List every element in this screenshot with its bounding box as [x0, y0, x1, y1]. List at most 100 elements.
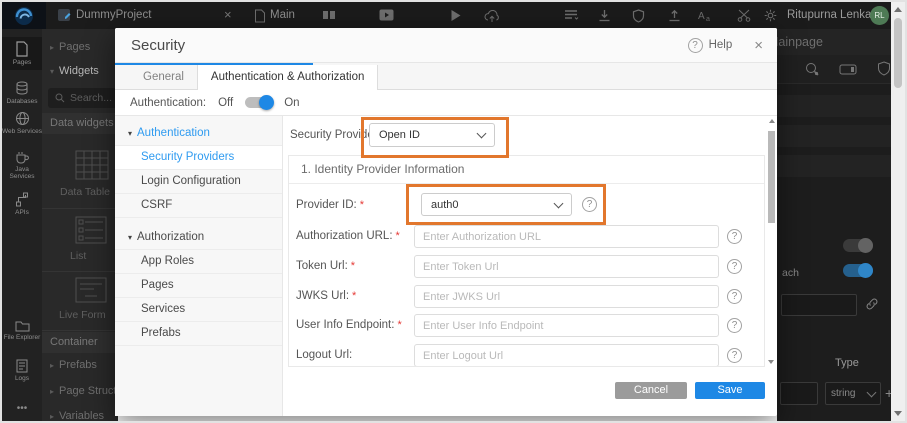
user-info-endpoint-help-icon[interactable]: ? — [727, 318, 742, 333]
scroll-down-arrow[interactable] — [894, 411, 902, 416]
list-icon — [75, 216, 107, 244]
search-icon — [55, 93, 65, 103]
provider-id-label: Provider ID: * — [296, 199, 364, 211]
close-project-icon[interactable]: × — [224, 7, 232, 22]
save-button[interactable]: Save — [695, 381, 765, 399]
user-avatar[interactable]: RL — [870, 6, 889, 25]
rail-label: Logs — [14, 375, 30, 382]
logout-url-input[interactable] — [414, 344, 719, 366]
user-name[interactable]: Ritupurna Lenka — [787, 9, 871, 21]
provider-id-help-icon[interactable]: ? — [582, 197, 597, 212]
property-row — [777, 125, 893, 147]
rail-label: Pages — [12, 59, 32, 66]
tab-main[interactable]: Main — [270, 9, 295, 21]
required-asterisk: * — [350, 260, 356, 272]
variable-name-input[interactable] — [780, 382, 818, 405]
rail-item-web-services[interactable]: Web Services — [2, 111, 42, 135]
token-url-help-icon[interactable]: ? — [727, 259, 742, 274]
window-scrollbar[interactable] — [891, 2, 905, 421]
branch-icon[interactable] — [737, 9, 751, 22]
security-provider-select[interactable]: Open ID — [369, 123, 495, 147]
jwks-url-input[interactable] — [414, 285, 719, 308]
tree-item-page-structure[interactable]: ▸Page Structure — [42, 385, 118, 397]
tab-general[interactable]: General — [130, 65, 197, 89]
widget-tile-list[interactable]: List — [42, 210, 118, 272]
import-icon[interactable] — [598, 9, 611, 22]
dialog-tabs: General Authentication & Authorization — [115, 63, 777, 90]
widget-search-input[interactable]: Search... — [48, 88, 118, 108]
widget-group-container: Container — [42, 332, 118, 353]
property-row — [777, 95, 893, 117]
toggle-off[interactable] — [843, 238, 873, 253]
deploy-cloud-icon[interactable] — [484, 9, 500, 23]
rail-item-java-services[interactable]: Java Services — [2, 151, 42, 180]
bind-input[interactable] — [781, 294, 857, 316]
split-view-icon[interactable] — [322, 9, 336, 21]
tree-item-widgets[interactable]: ▾ Widgets — [42, 65, 118, 77]
shield-outline-icon[interactable] — [877, 61, 891, 76]
authorization-url-input[interactable] — [414, 225, 719, 248]
widget-tile-live-form[interactable]: Live Form — [42, 273, 118, 331]
help-button[interactable]: ? Help — [687, 37, 732, 53]
rail-label: Databases — [6, 98, 38, 105]
jwks-url-help-icon[interactable]: ? — [727, 289, 742, 304]
scroll-thumb[interactable] — [894, 18, 902, 88]
tree-item-variables[interactable]: ▸ Variables — [42, 410, 118, 421]
tab-authentication-authorization[interactable]: Authentication & Authorization — [196, 65, 379, 90]
authorization-url-help-icon[interactable]: ? — [727, 229, 742, 244]
scroll-up-arrow[interactable] — [768, 119, 775, 123]
scroll-up-arrow[interactable] — [894, 7, 902, 12]
translate-icon[interactable]: Aa — [698, 9, 714, 22]
close-dialog-icon[interactable]: × — [754, 38, 763, 53]
nav-item-pages[interactable]: Pages — [115, 274, 282, 298]
queue-list-icon[interactable] — [564, 9, 579, 21]
user-info-endpoint-input[interactable] — [414, 314, 719, 337]
token-url-label: Token Url: * — [296, 260, 356, 272]
rail-label: Web Services — [2, 128, 42, 135]
rail-item-pages[interactable]: Pages — [2, 37, 42, 70]
nav-item-csrf[interactable]: CSRF — [115, 194, 282, 218]
widget-tile-data-table[interactable]: Data Table — [42, 136, 118, 209]
project-icon — [57, 8, 71, 22]
nav-item-services[interactable]: Services — [115, 298, 282, 322]
page-title: Mainpage — [777, 29, 893, 55]
nav-item-login-configuration[interactable]: Login Configuration — [115, 170, 282, 194]
link-icon[interactable] — [865, 297, 879, 311]
export-icon[interactable] — [668, 9, 681, 22]
type-select[interactable]: string — [825, 382, 881, 405]
scroll-thumb[interactable] — [768, 131, 775, 223]
live-form-icon — [75, 277, 107, 303]
nav-item-prefabs[interactable]: Prefabs — [115, 322, 282, 346]
nav-item-app-roles[interactable]: App Roles — [115, 250, 282, 274]
authentication-switch[interactable] — [245, 95, 275, 110]
rail-item-databases[interactable]: Databases — [2, 81, 42, 105]
wavemaker-logo-icon[interactable] — [2, 2, 46, 29]
provider-id-select[interactable]: auth0 — [421, 193, 572, 216]
form-scrollbar[interactable] — [767, 119, 776, 364]
nav-group-authentication[interactable]: ▾ Authentication — [115, 122, 282, 146]
cancel-button[interactable]: Cancel — [615, 381, 687, 399]
identity-provider-section: 1. Identity Provider Information Provide… — [288, 155, 765, 367]
rail-item-file-explorer[interactable]: File Explorer — [2, 320, 42, 341]
nav-group-authorization[interactable]: ▾ Authorization — [115, 226, 282, 250]
shield-icon[interactable] — [632, 9, 645, 23]
run-icon[interactable] — [450, 9, 462, 22]
tree-item-prefabs[interactable]: ▸ Prefabs — [42, 359, 118, 371]
video-icon[interactable] — [379, 9, 394, 21]
inspect-icon[interactable] — [805, 62, 820, 77]
tree-item-pages[interactable]: ▸ Pages — [42, 41, 118, 53]
rail-more-icon[interactable]: ••• — [2, 403, 42, 414]
project-name[interactable]: DummyProject — [76, 9, 151, 21]
rail-item-apis[interactable]: APIs — [2, 192, 42, 216]
property-row — [777, 155, 893, 177]
logout-url-help-icon[interactable]: ? — [727, 348, 742, 363]
triangle-right-icon: ▸ — [50, 361, 55, 370]
rail-item-logs[interactable]: Logs — [2, 359, 42, 382]
scroll-down-arrow[interactable] — [768, 360, 774, 364]
toggle-on[interactable] — [843, 263, 873, 278]
token-url-input[interactable] — [414, 255, 719, 278]
device-preview-icon[interactable] — [839, 64, 857, 75]
nav-item-security-providers[interactable]: Security Providers — [115, 146, 282, 170]
logout-url-label: Logout Url: — [296, 349, 353, 361]
settings-gear-icon[interactable] — [764, 9, 777, 22]
